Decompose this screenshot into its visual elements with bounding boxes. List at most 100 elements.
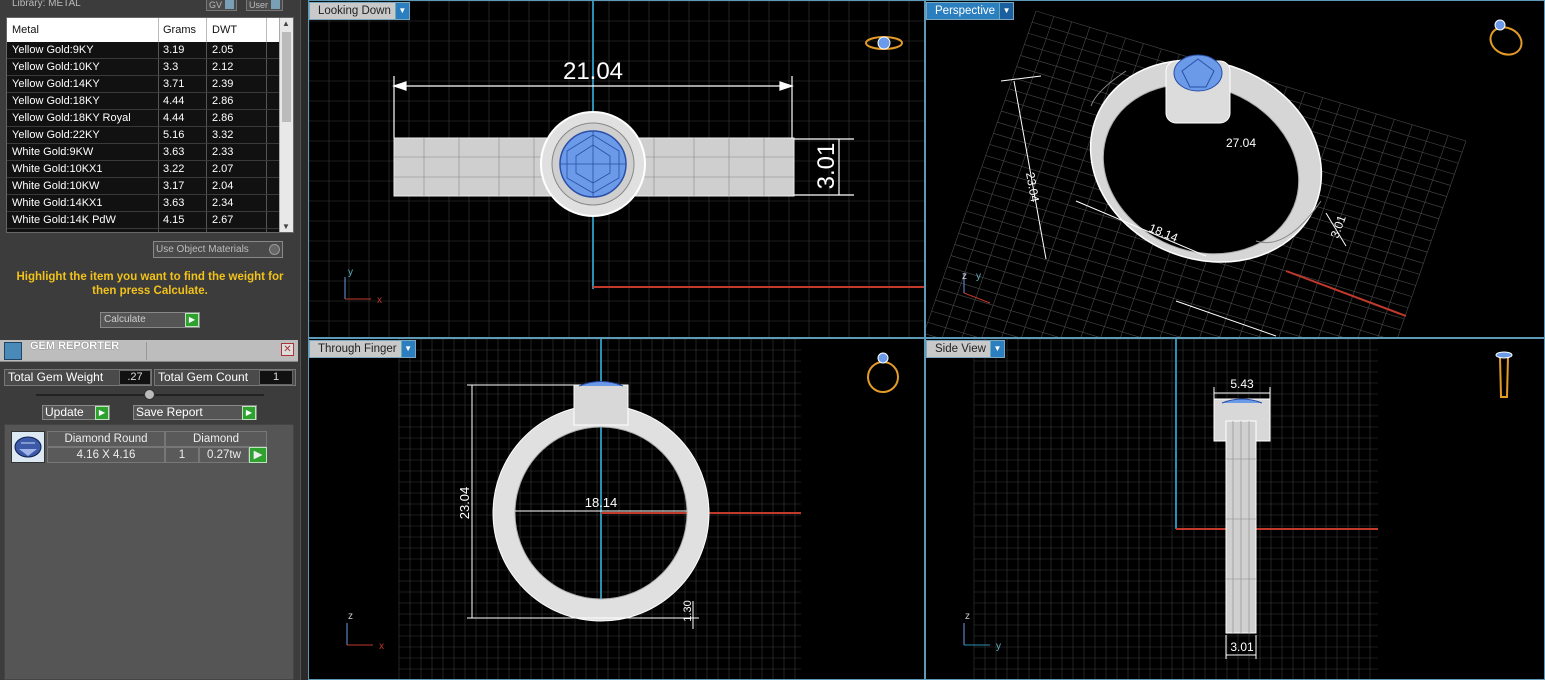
grams-cell: 3.63 [159, 144, 207, 160]
table-row[interactable]: White Gold:10KX1 3.22 2.07 [7, 161, 293, 178]
front-height-label: 23.04 [457, 487, 472, 520]
metal-rows: Yellow Gold:9KY 3.19 2.05 Yellow Gold:10KY 3… [7, 42, 293, 232]
table-row[interactable]: Yellow Gold:18KY 4.44 2.86 [7, 93, 293, 110]
perspective-band-label: 3.01 [1328, 213, 1349, 240]
calculate-button[interactable]: Calculate ▶ [100, 312, 200, 328]
table-row[interactable]: Yellow Gold:9KY 3.19 2.05 [7, 42, 293, 59]
metal-cell: White Gold:14KW [7, 229, 159, 232]
perspective-canvas: 23.04 18.14 3.01 27.04 z y [926, 10, 1526, 337]
ring-orientation-icon[interactable] [1486, 19, 1526, 60]
viewport-side-view[interactable]: Side View ▼ 5.43 3.01 z y [925, 338, 1545, 680]
play-icon[interactable]: ▶ [95, 406, 109, 420]
table-row[interactable]: Yellow Gold:14KY 3.71 2.39 [7, 76, 293, 93]
total-gem-count-value: 1 [259, 370, 293, 385]
scroll-thumb[interactable] [282, 32, 291, 122]
looking-down-canvas: 21.04 3.01 y x [309, 1, 924, 337]
gem-weight-cell: 0.27tw [199, 447, 249, 463]
metal-table-scrollbar[interactable]: ▲ ▼ [279, 18, 293, 232]
axis-v-label: z [962, 271, 967, 282]
metal-cell: Yellow Gold:10KY [7, 59, 159, 75]
side-bottom-label: 3.01 [1230, 640, 1254, 654]
dwt-column-header[interactable]: DWT [207, 18, 267, 42]
table-row[interactable]: White Gold:14KW3.882.50 [7, 229, 293, 232]
chevron-down-icon[interactable]: ▼ [394, 3, 409, 19]
dwt-cell: 2.04 [207, 178, 267, 194]
metal-table: Metal Grams DWT Yellow Gold:9KY 3.19 2.05 Y… [6, 17, 294, 233]
scroll-up-icon[interactable]: ▲ [282, 19, 290, 28]
table-row[interactable]: Yellow Gold:18KY Royal 4.44 2.86 [7, 110, 293, 127]
gem-count-cell: 1 [165, 447, 199, 463]
ring-orientation-icon[interactable] [867, 352, 899, 393]
axis-h-label: y [976, 271, 981, 282]
dwt-cell: 2.34 [207, 195, 267, 211]
viewport-tab-through-finger[interactable]: Through Finger ▼ [309, 340, 416, 358]
metal-cell: Yellow Gold:22KY [7, 127, 159, 143]
table-row[interactable]: White Gold:9KW 3.63 2.33 [7, 144, 293, 161]
user-button[interactable]: User [246, 0, 284, 11]
viewport-label: Perspective [935, 5, 996, 17]
close-icon[interactable]: ✕ [281, 343, 294, 356]
gem-play-icon[interactable]: ▶ [249, 447, 267, 463]
grams-cell: 4.15 [159, 212, 207, 228]
total-gem-weight-value: .27 [119, 370, 151, 385]
gv-info-icon [225, 0, 235, 9]
gv-button[interactable]: GV [206, 0, 238, 11]
radio-icon[interactable] [269, 244, 280, 255]
dwt-cell: 2.12 [207, 59, 267, 75]
panel-splitter[interactable] [300, 0, 308, 680]
viewport-through-finger[interactable]: Through Finger ▼ 23.04 18.14 1.30 z x [308, 338, 925, 680]
dwt-cell: 2.05 [207, 42, 267, 58]
gv-label: GV [209, 0, 223, 10]
header-divider [146, 342, 147, 360]
left-panel: Library: METAL GV User Metal Grams DWT Y… [0, 0, 300, 680]
gem-type-cell: Diamond [165, 431, 267, 447]
grams-cell: 3.3 [159, 59, 207, 75]
metal-cell: White Gold:9KW [7, 144, 159, 160]
viewport-label: Looking Down [318, 5, 391, 17]
grams-cell: 5.16 [159, 127, 207, 143]
metal-cell: Yellow Gold:18KY Royal [7, 110, 159, 126]
width-dimension-label: 21.04 [563, 58, 623, 85]
grams-column-header[interactable]: Grams [159, 18, 207, 42]
perspective-top-label: 27.04 [1226, 136, 1256, 150]
table-row[interactable]: Yellow Gold:22KY 5.16 3.32 [7, 127, 293, 144]
viewport-tab-perspective[interactable]: Perspective ▼ [926, 2, 1015, 20]
front-band-label: 1.30 [682, 600, 694, 621]
viewport-label: Side View [935, 343, 986, 355]
play-icon[interactable]: ▶ [242, 406, 256, 420]
metal-cell: Yellow Gold:9KY [7, 42, 159, 58]
viewport-label: Through Finger [318, 343, 397, 355]
viewport-tab-side-view[interactable]: Side View ▼ [926, 340, 1005, 358]
metal-column-header[interactable]: Metal [7, 18, 159, 42]
play-icon[interactable]: ▶ [185, 313, 199, 327]
gem-slider[interactable] [36, 389, 264, 400]
dwt-cell: 2.50 [207, 229, 267, 232]
total-gem-count-label: Total Gem Count [158, 370, 249, 384]
dwt-cell: 2.86 [207, 110, 267, 126]
table-row[interactable]: Yellow Gold:10KY 3.3 2.12 [7, 59, 293, 76]
viewport-tab-looking-down[interactable]: Looking Down ▼ [309, 2, 410, 20]
table-row[interactable]: White Gold:14KX1 3.63 2.34 [7, 195, 293, 212]
metal-cell: White Gold:10KX1 [7, 161, 159, 177]
perspective-height-label: 23.04 [1023, 171, 1042, 203]
slider-knob[interactable] [144, 389, 155, 400]
chevron-down-icon[interactable]: ▼ [989, 341, 1004, 357]
ring-orientation-icon[interactable] [1495, 351, 1513, 398]
table-row[interactable]: White Gold:10KW 3.17 2.04 [7, 178, 293, 195]
scroll-down-icon[interactable]: ▼ [282, 222, 290, 231]
viewport-looking-down[interactable]: Looking Down ▼ 21.04 3.01 y x [308, 0, 925, 338]
metal-cell: Yellow Gold:14KY [7, 76, 159, 92]
save-report-button[interactable]: Save Report ▶ [133, 405, 257, 420]
setting-head [573, 384, 629, 426]
ring-orientation-icon[interactable] [865, 36, 903, 50]
gem-list: Diamond Round Diamond 4.16 X 4.16 1 0.27… [4, 424, 294, 680]
axis-h-label: x [377, 295, 382, 306]
update-button[interactable]: Update ▶ [42, 405, 110, 420]
hint-text: Highlight the item you want to find the … [16, 271, 284, 297]
chevron-down-icon[interactable]: ▼ [400, 341, 415, 357]
use-object-materials-toggle[interactable]: Use Object Materials [153, 241, 283, 258]
table-row[interactable]: White Gold:14K PdW 4.15 2.67 [7, 212, 293, 229]
viewport-perspective[interactable]: Perspective ▼ 23.04 18.14 3.01 27.04 z y [925, 0, 1545, 338]
side-top-label: 5.43 [1230, 377, 1254, 391]
chevron-down-icon[interactable]: ▼ [999, 3, 1014, 19]
